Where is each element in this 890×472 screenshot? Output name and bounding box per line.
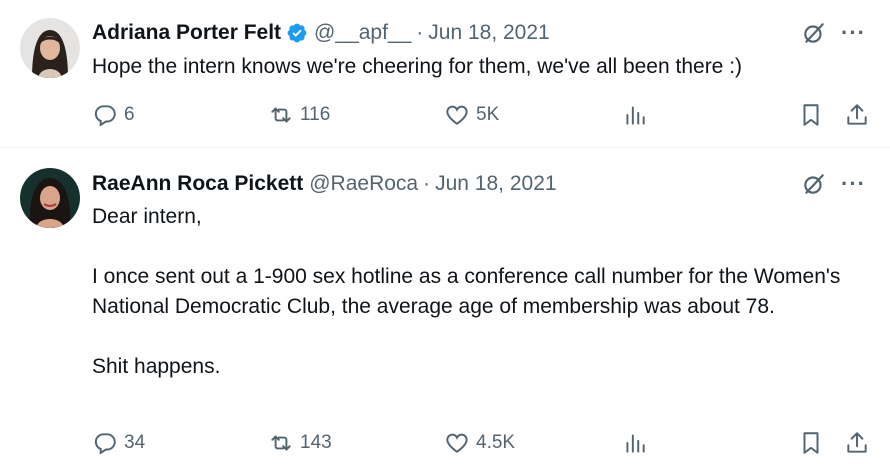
views-button[interactable] xyxy=(622,428,648,458)
tweet-text: Dear intern, xyxy=(92,205,202,228)
like-count: 5K xyxy=(476,104,500,125)
retweet-count: 116 xyxy=(300,104,331,125)
verified-badge-icon xyxy=(286,22,308,44)
views-chart-icon xyxy=(622,430,648,456)
avatar[interactable] xyxy=(20,18,80,78)
handle[interactable]: @__apf__ xyxy=(314,21,411,45)
tweet-header: Adriana Porter Felt @__apf__ · Jun 18, 2… xyxy=(92,18,550,48)
avatar[interactable] xyxy=(20,168,80,228)
tweet-date[interactable]: Jun 18, 2021 xyxy=(435,172,556,196)
share-button[interactable] xyxy=(844,428,870,458)
like-count: 4.5K xyxy=(476,432,516,453)
retweet-icon xyxy=(268,430,294,456)
tweet[interactable]: RaeAnn Roca Pickett @RaeRoca · Jun 18, 2… xyxy=(0,148,890,472)
bookmark-button[interactable] xyxy=(798,100,824,130)
tweet[interactable]: Adriana Porter Felt @__apf__ · Jun 18, 2… xyxy=(0,0,890,148)
like-button[interactable]: 4.5K xyxy=(444,428,515,458)
retweet-count: 143 xyxy=(300,432,332,453)
reply-icon xyxy=(92,430,118,456)
views-button[interactable] xyxy=(622,100,648,130)
reply-count: 34 xyxy=(124,432,146,453)
grok-icon[interactable] xyxy=(801,171,827,197)
tweet-actions: 34 143 4.5K xyxy=(92,428,872,458)
bookmark-icon xyxy=(798,430,824,456)
share-button[interactable] xyxy=(844,100,870,130)
heart-icon xyxy=(444,430,470,456)
display-name[interactable]: Adriana Porter Felt xyxy=(92,21,281,45)
bookmark-button[interactable] xyxy=(798,428,824,458)
tweet-text: Shit happens. xyxy=(92,355,221,378)
more-icon[interactable]: ··· xyxy=(841,173,866,195)
tweet-header: RaeAnn Roca Pickett @RaeRoca · Jun 18, 2… xyxy=(92,169,557,199)
heart-icon xyxy=(444,102,470,128)
bookmark-icon xyxy=(798,102,824,128)
separator: · xyxy=(423,172,431,195)
retweet-icon xyxy=(268,102,294,128)
tweet-date[interactable]: Jun 18, 2021 xyxy=(428,21,549,45)
like-button[interactable]: 5K xyxy=(444,100,499,130)
reply-icon xyxy=(92,102,118,128)
tweet-text: Hope the intern knows we're cheering for… xyxy=(92,55,743,78)
reply-button[interactable]: 34 xyxy=(92,428,145,458)
more-icon[interactable]: ··· xyxy=(841,22,866,44)
tweet-body: Hope the intern knows we're cheering for… xyxy=(92,52,860,82)
reply-button[interactable]: 6 xyxy=(92,100,135,130)
retweet-button[interactable]: 116 xyxy=(268,100,330,130)
reply-count: 6 xyxy=(124,104,135,125)
share-icon xyxy=(844,102,870,128)
tweet-top-icons: ··· xyxy=(801,171,866,197)
views-chart-icon xyxy=(622,102,648,128)
tweet-body: Dear intern, I once sent out a 1-900 sex… xyxy=(92,202,860,382)
tweet-text: I once sent out a 1-900 sex hotline as a… xyxy=(92,265,841,318)
retweet-button[interactable]: 143 xyxy=(268,428,332,458)
separator: · xyxy=(416,21,424,44)
tweet-actions: 6 116 5K xyxy=(92,100,872,130)
handle[interactable]: @RaeRoca xyxy=(309,172,418,196)
share-icon xyxy=(844,430,870,456)
tweet-top-icons: ··· xyxy=(801,20,866,46)
display-name[interactable]: RaeAnn Roca Pickett xyxy=(92,172,303,196)
grok-icon[interactable] xyxy=(801,20,827,46)
